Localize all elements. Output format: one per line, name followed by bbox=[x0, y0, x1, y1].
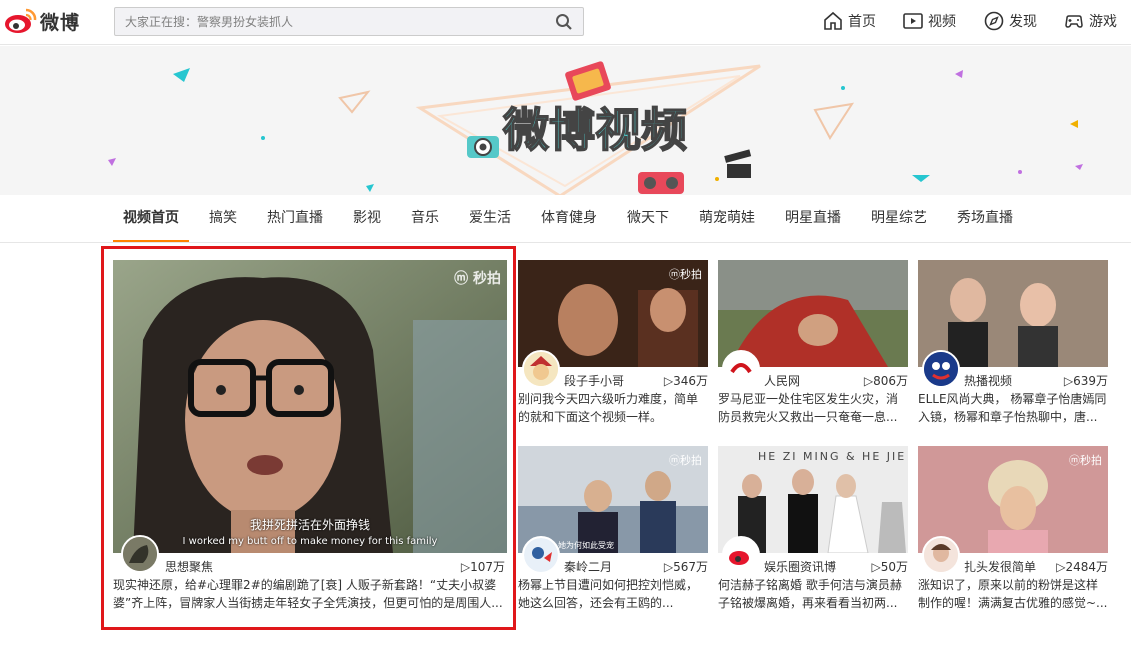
video-card[interactable]: HE ZI MING & HE JIE 娱乐圈资讯博 ▷50万 何洁赫子铭离婚 … bbox=[718, 446, 908, 616]
channel-tabs: 视频首页 搞笑 热门直播 影视 音乐 爱生活 体育健身 微天下 萌宠萌娃 明星直… bbox=[113, 196, 1023, 242]
video-card[interactable]: ⓜ秒拍 她为何如此受宠 秦岭二月 ▷567万 杨幂上节目遭问如何把控刘恺威，她这… bbox=[518, 446, 708, 616]
video-description[interactable]: 涨知识了，原来以前的粉饼是这样制作的喔！满满复古优雅的感觉~... bbox=[918, 576, 1108, 612]
tab-sports[interactable]: 体育健身 bbox=[531, 196, 607, 242]
tab-movies[interactable]: 影视 bbox=[343, 196, 391, 242]
wedding-text: HE ZI MING & HE JIE bbox=[758, 450, 907, 463]
tab-world[interactable]: 微天下 bbox=[617, 196, 679, 242]
video-description[interactable]: ELLE风尚大典， 杨幂章子怡唐嫣同入镜，杨幂和章子怡热聊中，唐... bbox=[918, 390, 1108, 426]
compass-icon bbox=[984, 11, 1004, 31]
selection-highlight-box bbox=[101, 246, 516, 630]
nav-games[interactable]: 游戏 bbox=[1063, 10, 1117, 32]
nav-video-label: 视频 bbox=[928, 14, 956, 30]
nav-home-label: 首页 bbox=[848, 14, 876, 30]
video-description[interactable]: 别问我今天四六级听力难度，简单的就和下面这个视频一样。 http://... bbox=[518, 390, 708, 426]
avatar[interactable] bbox=[522, 350, 560, 388]
logo-text: 微博 bbox=[40, 11, 81, 34]
miaopai-watermark: ⓜ秒拍 bbox=[1069, 454, 1102, 467]
weibo-logo-icon bbox=[5, 8, 37, 33]
video-username[interactable]: 段子手小哥 bbox=[564, 372, 624, 389]
tabs-divider bbox=[0, 242, 1131, 243]
video-play-count: ▷639万 bbox=[1063, 374, 1108, 388]
weibo-logo[interactable]: 微博 bbox=[4, 5, 88, 37]
video-card[interactable]: ⓜ秒拍 段子手小哥 ▷346万 别问我今天四六级听力难度，简单的就和下面这个视频… bbox=[518, 260, 708, 430]
tab-star-live[interactable]: 明星直播 bbox=[775, 196, 851, 242]
tab-show-live[interactable]: 秀场直播 bbox=[947, 196, 1023, 242]
video-icon bbox=[903, 13, 923, 29]
video-play-count: ▷50万 bbox=[871, 560, 909, 574]
nav-discover[interactable]: 发现 bbox=[983, 10, 1037, 32]
tab-video-home[interactable]: 视频首页 bbox=[113, 196, 189, 242]
video-username[interactable]: 热播视频 bbox=[964, 372, 1012, 389]
video-play-count: ▷2484万 bbox=[1056, 560, 1108, 574]
tab-star-variety[interactable]: 明星综艺 bbox=[861, 196, 937, 242]
video-username[interactable]: 秦岭二月 bbox=[564, 558, 612, 575]
tab-funny[interactable]: 搞笑 bbox=[199, 196, 247, 242]
avatar[interactable] bbox=[722, 536, 760, 574]
video-card[interactable]: ⓜ秒拍 扎头发很简单 ▷2484万 涨知识了，原来以前的粉饼是这样制作的喔！满满… bbox=[918, 446, 1108, 616]
avatar[interactable] bbox=[922, 350, 960, 388]
nav-video[interactable]: 视频 bbox=[902, 10, 956, 32]
tab-lifestyle[interactable]: 爱生活 bbox=[459, 196, 521, 242]
video-description[interactable]: 何洁赫子铭离婚 歌手何洁与演员赫子铭被爆离婚，再来看看当初两... bbox=[718, 576, 908, 612]
gamepad-icon bbox=[1065, 15, 1083, 28]
nav-discover-label: 发现 bbox=[1009, 14, 1037, 30]
video-description[interactable]: 罗马尼亚一处住宅区发生火灾，消防员救完火又救出一只奄奄一息... bbox=[718, 390, 908, 426]
tab-music[interactable]: 音乐 bbox=[401, 196, 449, 242]
video-caption: 她为何如此受宠 bbox=[558, 541, 614, 550]
video-play-count: ▷806万 bbox=[863, 374, 908, 388]
home-icon bbox=[824, 11, 842, 30]
top-bar: 微博 首页 视频 发现 游戏 bbox=[0, 0, 1131, 45]
nav-home[interactable]: 首页 bbox=[822, 10, 876, 32]
video-username[interactable]: 人民网 bbox=[764, 372, 800, 389]
tab-pets-kids[interactable]: 萌宠萌娃 bbox=[689, 196, 765, 242]
miaopai-watermark: ⓜ秒拍 bbox=[669, 268, 702, 281]
nav-games-label: 游戏 bbox=[1089, 14, 1117, 30]
video-card[interactable]: 人民网 ▷806万 罗马尼亚一处住宅区发生火灾，消防员救完火又救出一只奄奄一息.… bbox=[718, 260, 908, 430]
avatar[interactable] bbox=[522, 536, 560, 574]
miaopai-watermark: ⓜ秒拍 bbox=[669, 454, 702, 467]
avatar[interactable] bbox=[922, 536, 960, 574]
video-username[interactable]: 娱乐圈资讯博 bbox=[764, 558, 836, 575]
video-username[interactable]: 扎头发很简单 bbox=[964, 558, 1036, 575]
video-banner: 微博视频 bbox=[0, 46, 1131, 195]
tab-hot-live[interactable]: 热门直播 bbox=[257, 196, 333, 242]
video-description[interactable]: 杨幂上节目遭问如何把控刘恺威，她这么回答，还会有王鸥的... bbox=[518, 576, 708, 612]
video-play-count: ▷346万 bbox=[663, 374, 708, 388]
video-play-count: ▷567万 bbox=[663, 560, 708, 574]
search-icon[interactable] bbox=[555, 13, 573, 31]
avatar[interactable] bbox=[722, 350, 760, 388]
banner-title: 微博视频 bbox=[502, 103, 687, 157]
search-input[interactable] bbox=[115, 8, 535, 35]
search-box[interactable] bbox=[114, 7, 584, 36]
video-card[interactable]: 热播视频 ▷639万 ELLE风尚大典， 杨幂章子怡唐嫣同入镜，杨幂和章子怡热聊… bbox=[918, 260, 1108, 430]
banner-art: 微博视频 bbox=[108, 61, 1083, 195]
